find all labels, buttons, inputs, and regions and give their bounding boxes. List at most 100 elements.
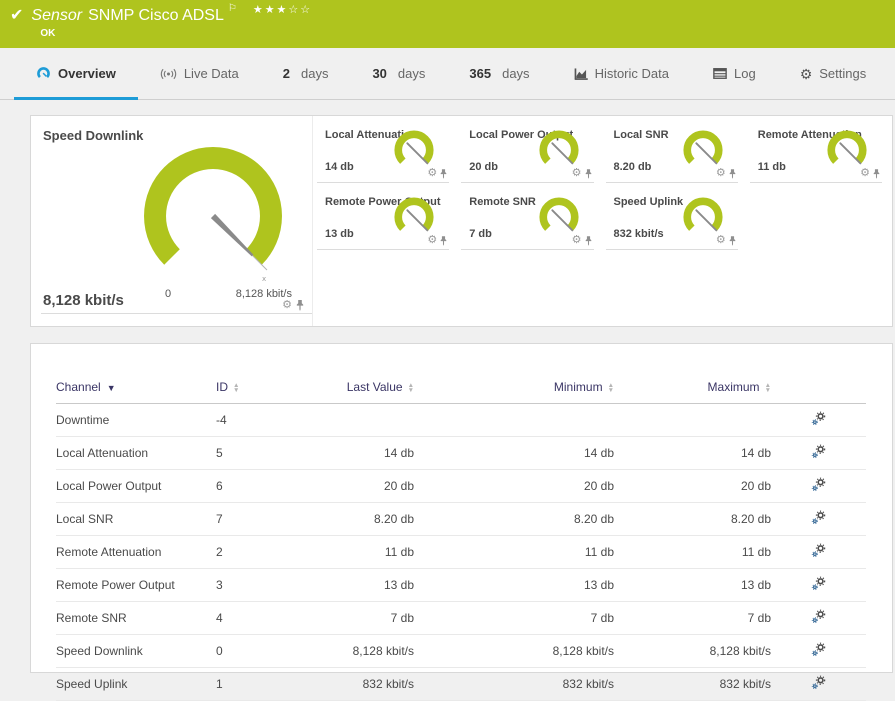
channel-maximum-cell: 8,128 kbit/s bbox=[614, 634, 771, 668]
column-header-id[interactable]: ID ▲ ▼ bbox=[216, 374, 276, 404]
pin-icon[interactable] bbox=[440, 168, 447, 179]
sort-icon: ▲ ▼ bbox=[233, 381, 240, 394]
channel-maximum-cell: 11 db bbox=[614, 535, 771, 569]
tab-log[interactable]: Log bbox=[691, 48, 778, 99]
mini-gauge-dial bbox=[538, 197, 579, 232]
channel-settings-icon[interactable] bbox=[811, 609, 826, 624]
gauge-scale-min: 0 bbox=[164, 288, 172, 300]
gear-icon[interactable]: ⚙ bbox=[572, 168, 582, 179]
column-header-last-value[interactable]: Last Value ▲ ▼ bbox=[276, 374, 414, 404]
column-header-actions bbox=[771, 374, 866, 404]
column-header-minimum[interactable]: Minimum ▲ ▼ bbox=[414, 374, 614, 404]
channel-settings-icon[interactable] bbox=[811, 510, 826, 525]
mini-gauges-grid: Local Attenuation 14 db ⚙ Local Power Ou… bbox=[313, 116, 892, 326]
pin-icon[interactable] bbox=[296, 300, 304, 311]
pin-icon[interactable] bbox=[873, 168, 880, 179]
channel-id-cell: 6 bbox=[216, 469, 276, 503]
tab-live-data[interactable]: Live Data bbox=[138, 48, 261, 99]
channel-settings-icon[interactable] bbox=[811, 675, 826, 690]
channel-gauge-value: 11 db bbox=[757, 161, 786, 173]
main-gauge-speed-downlink: Speed Downlink x 0 8,128 kbit/s 8,128 kb… bbox=[31, 116, 313, 326]
pin-icon[interactable] bbox=[729, 235, 736, 246]
pin-icon[interactable] bbox=[440, 235, 447, 246]
tab-365-days[interactable]: 365 days bbox=[447, 48, 551, 99]
mini-gauge-dial bbox=[538, 130, 579, 165]
gear-icon[interactable]: ⚙ bbox=[282, 300, 292, 311]
gear-icon[interactable]: ⚙ bbox=[716, 168, 726, 179]
gear-icon: ⚙ bbox=[799, 65, 813, 82]
channel-last-value-cell: 8,128 kbit/s bbox=[276, 634, 414, 668]
channel-gauge-value: 7 db bbox=[469, 228, 492, 240]
channel-maximum-cell: 14 db bbox=[614, 436, 771, 470]
channel-minimum-cell: 8.20 db bbox=[414, 502, 614, 536]
channel-gauge-title: Remote SNR bbox=[469, 196, 536, 208]
channel-maximum-cell: 8.20 db bbox=[614, 502, 771, 536]
gear-icon[interactable]: ⚙ bbox=[427, 168, 437, 179]
sort-desc-icon: ▼ bbox=[106, 383, 116, 393]
channel-name-cell: Local Attenuation bbox=[56, 436, 216, 470]
tab-label: Overview bbox=[58, 66, 116, 81]
column-header-channel[interactable]: Channel ▼ bbox=[56, 374, 216, 404]
channel-maximum-cell: 13 db bbox=[614, 568, 771, 602]
channel-last-value-cell: 832 kbit/s bbox=[276, 667, 414, 701]
channel-last-value-cell bbox=[276, 403, 414, 437]
svg-text:x: x bbox=[262, 275, 266, 283]
mini-gauge-dial bbox=[683, 197, 723, 232]
column-header-maximum[interactable]: Maximum ▲ ▼ bbox=[614, 374, 771, 404]
pin-icon[interactable] bbox=[729, 168, 736, 179]
log-icon bbox=[713, 68, 727, 79]
mini-gauge-local-power-output[interactable]: Local Power Output 20 db ⚙ bbox=[461, 116, 594, 183]
gear-icon[interactable]: ⚙ bbox=[716, 235, 726, 246]
mini-gauge-remote-power-output[interactable]: Remote Power Output 13 db ⚙ bbox=[317, 183, 450, 250]
channel-name-cell: Remote Power Output bbox=[56, 568, 216, 602]
tab-label: days bbox=[397, 66, 426, 81]
channel-name-cell: Local SNR bbox=[56, 502, 216, 536]
live-data-icon bbox=[160, 68, 176, 79]
mini-gauge-dial bbox=[394, 197, 434, 232]
sensor-title: SNMP Cisco ADSL bbox=[88, 7, 224, 24]
pin-icon[interactable] bbox=[585, 168, 592, 179]
flag-icon[interactable]: ⚐ bbox=[228, 3, 237, 15]
gear-icon[interactable]: ⚙ bbox=[860, 168, 870, 179]
channel-maximum-cell: 20 db bbox=[614, 469, 771, 503]
mini-gauge-local-attenuation[interactable]: Local Attenuation 14 db ⚙ bbox=[317, 116, 450, 183]
channel-gauge-value: 13 db bbox=[325, 228, 354, 240]
gear-icon[interactable]: ⚙ bbox=[427, 235, 437, 246]
main-gauge-dial: x bbox=[144, 146, 282, 283]
channel-name-cell: Speed Uplink bbox=[56, 667, 216, 701]
channel-settings-icon[interactable] bbox=[811, 642, 826, 657]
table-row: Local Attenuation 5 14 db 14 db 14 db bbox=[56, 436, 866, 470]
channel-settings-icon[interactable] bbox=[811, 576, 826, 591]
tab-30-days[interactable]: 30 days bbox=[350, 48, 447, 99]
check-icon: ✔ bbox=[10, 7, 24, 24]
channel-id-cell: 2 bbox=[216, 535, 276, 569]
channel-settings-icon[interactable] bbox=[811, 411, 826, 426]
channel-minimum-cell: 13 db bbox=[414, 568, 614, 602]
gauge-icon bbox=[37, 67, 50, 79]
mini-gauge-remote-attenuation[interactable]: Remote Attenuation 11 db ⚙ bbox=[749, 116, 882, 183]
channel-minimum-cell: 7 db bbox=[414, 601, 614, 635]
pin-icon[interactable] bbox=[585, 235, 592, 246]
channel-id-cell: -4 bbox=[216, 403, 276, 437]
mini-gauge-local-snr[interactable]: Local SNR 8.20 db ⚙ bbox=[605, 116, 738, 183]
tab-2-days[interactable]: 2 days bbox=[261, 48, 351, 99]
area-chart-icon bbox=[574, 67, 588, 80]
rating-stars[interactable]: ★★★☆☆ bbox=[253, 4, 312, 17]
table-row: Remote Power Output 3 13 db 13 db 13 db bbox=[56, 568, 866, 602]
channel-last-value-cell: 11 db bbox=[276, 535, 414, 569]
channel-last-value-cell: 7 db bbox=[276, 601, 414, 635]
channel-settings-icon[interactable] bbox=[811, 477, 826, 492]
channel-settings-icon[interactable] bbox=[811, 543, 826, 558]
channel-name-cell: Remote SNR bbox=[56, 601, 216, 635]
tab-overview[interactable]: Overview bbox=[14, 48, 138, 100]
mini-gauge-remote-snr[interactable]: Remote SNR 7 db ⚙ bbox=[461, 183, 594, 250]
tab-settings[interactable]: ⚙ Settings bbox=[778, 48, 889, 99]
gear-icon[interactable]: ⚙ bbox=[572, 235, 582, 246]
tab-historic-data[interactable]: Historic Data bbox=[552, 48, 691, 99]
mini-gauge-speed-uplink[interactable]: Speed Uplink 832 kbit/s ⚙ bbox=[605, 183, 738, 250]
channel-settings-icon[interactable] bbox=[811, 444, 826, 459]
channel-id-cell: 3 bbox=[216, 568, 276, 602]
tab-label: days bbox=[502, 66, 530, 81]
tab-label: Historic Data bbox=[594, 66, 669, 81]
channels-table: Channel ▼ ID ▲ ▼ Last Value ▲ ▼ Minimum ▲ ▼ Max… bbox=[56, 374, 866, 701]
